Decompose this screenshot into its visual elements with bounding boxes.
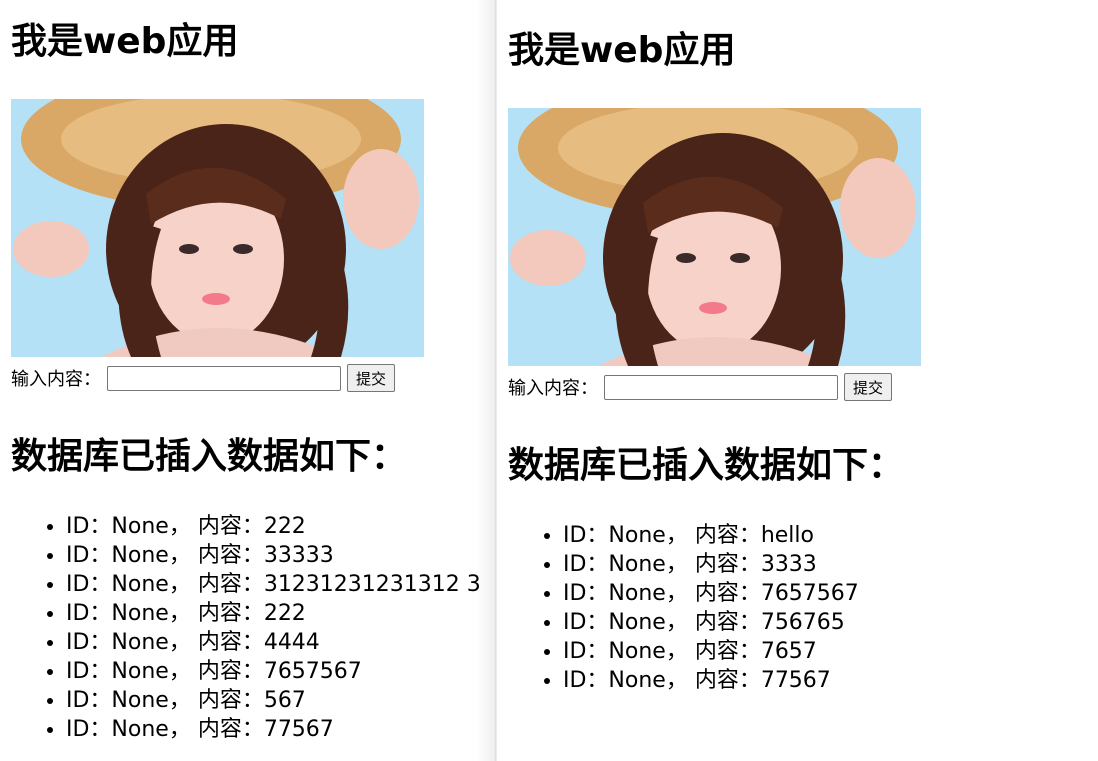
girl-portrait-image xyxy=(11,99,424,357)
right-browser-pane: 我是web应用 输入内容： 提交 数据库已插入数据如下： ID：None， 内容… xyxy=(497,0,1098,761)
records-heading: 数据库已插入数据如下： xyxy=(11,436,408,477)
list-item: ID：None， 内容：3333 xyxy=(563,550,859,579)
input-form: 输入内容： 提交 xyxy=(11,363,396,393)
list-item: ID：None， 内容：7657567 xyxy=(66,657,481,686)
submit-button[interactable]: 提交 xyxy=(347,364,396,392)
list-item: ID：None， 内容：31231231231312 3 xyxy=(66,570,481,599)
input-label: 输入内容： xyxy=(508,378,598,399)
input-label: 输入内容： xyxy=(11,369,101,390)
list-item: ID：None， 内容：7657 xyxy=(563,637,859,666)
page-title: 我是web应用 xyxy=(508,30,736,71)
list-item: ID：None， 内容：756765 xyxy=(563,608,859,637)
girl-portrait-image xyxy=(508,108,921,366)
list-item: ID：None， 内容：77567 xyxy=(66,715,481,744)
hero-photo xyxy=(11,99,424,357)
records-list: ID：None， 内容：222 ID：None， 内容：33333 ID：Non… xyxy=(26,512,481,744)
left-browser-pane: 我是web应用 输入内容： 提交 数据库已插入数据如下： • ID：None， … xyxy=(0,0,494,761)
input-form: 输入内容： 提交 xyxy=(508,372,893,402)
window-divider-shadow xyxy=(476,0,494,761)
content-input[interactable] xyxy=(107,365,341,391)
list-item: ID：None， 内容：222 xyxy=(66,512,481,541)
content-input[interactable] xyxy=(604,374,838,400)
list-item: ID：None， 内容：hello xyxy=(563,521,859,550)
records-list: ID：None， 内容：hello ID：None， 内容：3333 ID：No… xyxy=(523,521,859,695)
list-item: ID：None， 内容：7657567 xyxy=(563,579,859,608)
records-heading: 数据库已插入数据如下： xyxy=(508,445,905,486)
submit-button[interactable]: 提交 xyxy=(844,373,893,401)
hero-photo xyxy=(508,108,921,366)
page-title: 我是web应用 xyxy=(11,21,239,62)
list-item: ID：None， 内容：567 xyxy=(66,686,481,715)
list-item: ID：None， 内容：33333 xyxy=(66,541,481,570)
list-item: ID：None， 内容：77567 xyxy=(563,666,859,695)
list-item: ID：None， 内容：222 xyxy=(66,599,481,628)
list-item: ID：None， 内容：4444 xyxy=(66,628,481,657)
